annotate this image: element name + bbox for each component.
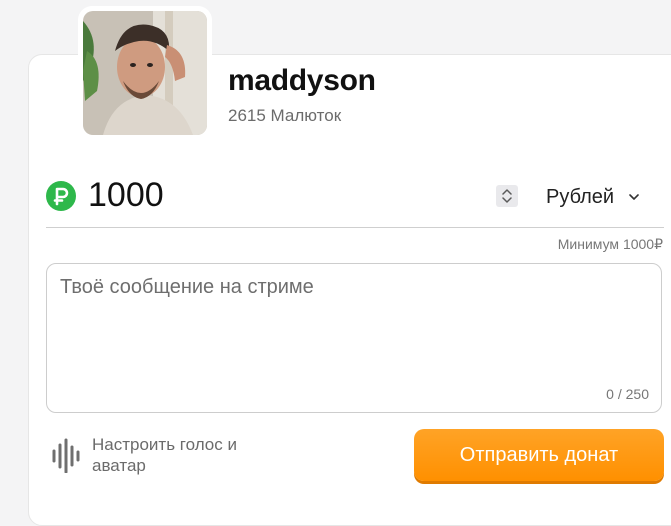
send-donation-button[interactable]: Отправить донат	[414, 429, 664, 481]
voice-avatar-settings-link[interactable]: Настроить голос и аватар	[50, 434, 272, 476]
minimum-amount-hint: Минимум 1000₽	[557, 236, 663, 252]
avatar	[83, 11, 207, 135]
amount-stepper[interactable]	[496, 185, 518, 207]
message-field: 0 / 250	[46, 263, 662, 413]
ruble-icon	[46, 181, 76, 211]
subscriber-count: 2615 Малюток	[228, 106, 342, 125]
currency-select[interactable]: Рублей	[546, 184, 640, 210]
streamer-username: maddyson	[228, 64, 376, 97]
avatar-frame	[78, 6, 212, 140]
stepper-arrows-icon	[502, 189, 512, 203]
currency-select-value: Рублей	[546, 185, 615, 208]
message-char-counter: 0 / 250	[606, 386, 649, 402]
chevron-down-icon	[629, 194, 639, 200]
streamer-avatar-image	[83, 11, 207, 135]
amount-input[interactable]	[88, 172, 468, 218]
voice-avatar-settings-label: Настроить голос и аватар	[92, 435, 237, 475]
amount-divider	[46, 227, 664, 228]
sound-wave-icon	[52, 438, 80, 473]
message-textarea[interactable]	[60, 276, 640, 376]
